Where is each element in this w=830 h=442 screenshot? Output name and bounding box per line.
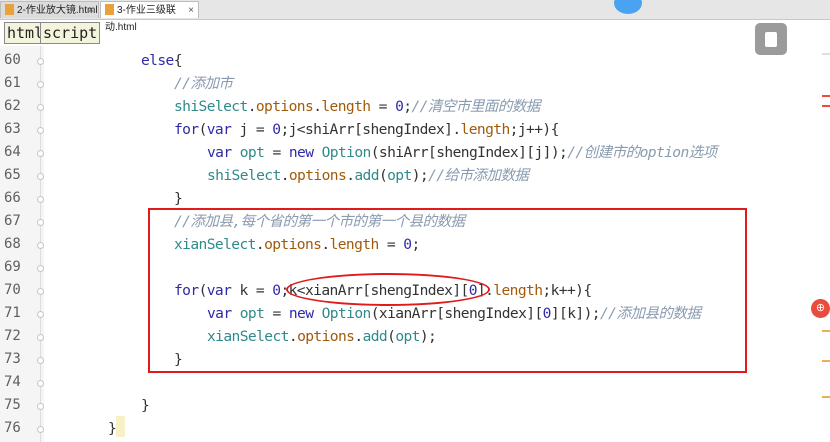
side-action-button[interactable]: ⊕ [811,299,830,318]
code-line[interactable]: 64 var opt = new Option(shiArr[shengIndex… [0,141,820,164]
script-tag-button[interactable]: script [40,22,101,44]
tab-label: 2-作业放大镜.html [17,5,98,16]
line-number: 65 [4,167,21,183]
fold-marker-icon[interactable] [37,265,44,272]
fold-marker-icon[interactable] [37,288,44,295]
code-line[interactable]: 63 for(var j = 0;j<shiArr[shengIndex].len… [0,118,820,141]
fold-marker-icon[interactable] [37,403,44,410]
scroll-marker [822,330,830,332]
line-number: 69 [4,259,21,275]
line-number: 70 [4,282,21,298]
line-number: 62 [4,98,21,114]
html-file-icon [5,4,14,15]
scroll-marker [822,360,830,362]
tab-zoom-html[interactable]: 2-作业放大镜.html × [0,1,99,18]
line-number: 76 [4,420,21,436]
code-text: shiSelect.options.length = 0;//清空市里面的数据 [174,98,540,115]
code-text: else{ [141,52,183,69]
fold-marker-icon[interactable] [37,311,44,318]
caret-highlight [116,416,125,437]
line-number: 74 [4,374,21,390]
fold-marker-icon[interactable] [37,127,44,134]
code-line[interactable]: 66} [0,187,820,210]
scroll-marker [822,53,830,55]
line-number: 68 [4,236,21,252]
fold-marker-icon[interactable] [37,81,44,88]
fold-marker-icon[interactable] [37,173,44,180]
fold-marker-icon[interactable] [37,357,44,364]
fold-marker-icon[interactable] [37,104,44,111]
fold-marker-icon[interactable] [37,380,44,387]
line-number: 61 [4,75,21,91]
html-file-icon [105,4,114,15]
line-number: 60 [4,52,21,68]
line-number: 64 [4,144,21,160]
code-line[interactable]: 62 shiSelect.options.length = 0;//清空市里面的数… [0,95,820,118]
code-line[interactable]: 61 //添加市 [0,72,820,95]
code-line[interactable]: 65 shiSelect.options.add(opt);//给市添加数据 [0,164,820,187]
line-number: 73 [4,351,21,367]
line-number: 66 [4,190,21,206]
code-line[interactable]: 74 [0,371,820,394]
fold-marker-icon[interactable] [37,334,44,341]
line-number: 71 [4,305,21,321]
fold-marker-icon[interactable] [37,242,44,249]
annotation-oval [286,273,490,306]
tab-label: 3-作业三级联动.html [105,5,176,33]
code-text: } [141,397,150,414]
fold-marker-icon[interactable] [37,150,44,157]
code-text: //添加市 [174,75,233,92]
code-line[interactable]: 60 else{ [0,49,820,72]
code-text: shiSelect.options.add(opt);//给市添加数据 [207,167,529,184]
fold-marker-icon[interactable] [37,426,44,433]
scroll-marker [822,396,830,398]
fold-marker-icon[interactable] [37,196,44,203]
code-text: } [108,420,117,437]
line-number: 72 [4,328,21,344]
line-number: 75 [4,397,21,413]
code-line[interactable]: 75} [0,394,820,417]
close-icon[interactable]: × [188,2,194,19]
fold-marker-icon[interactable] [37,219,44,226]
line-number: 63 [4,121,21,137]
tab-bar: 2-作业放大镜.html × 3-作业三级联动.html × [0,0,830,33]
code-text: } [174,190,183,207]
scroll-marker [822,105,830,107]
fold-marker-icon[interactable] [37,58,44,65]
code-text: for(var j = 0;j<shiArr[shengIndex].lengt… [174,121,559,138]
scroll-marker [822,95,830,97]
tab-cascade-html[interactable]: 3-作业三级联动.html × [100,1,199,33]
close-icon[interactable]: × [88,2,94,19]
line-number: 67 [4,213,21,229]
code-text: var opt = new Option(shiArr[shengIndex][… [207,144,717,161]
